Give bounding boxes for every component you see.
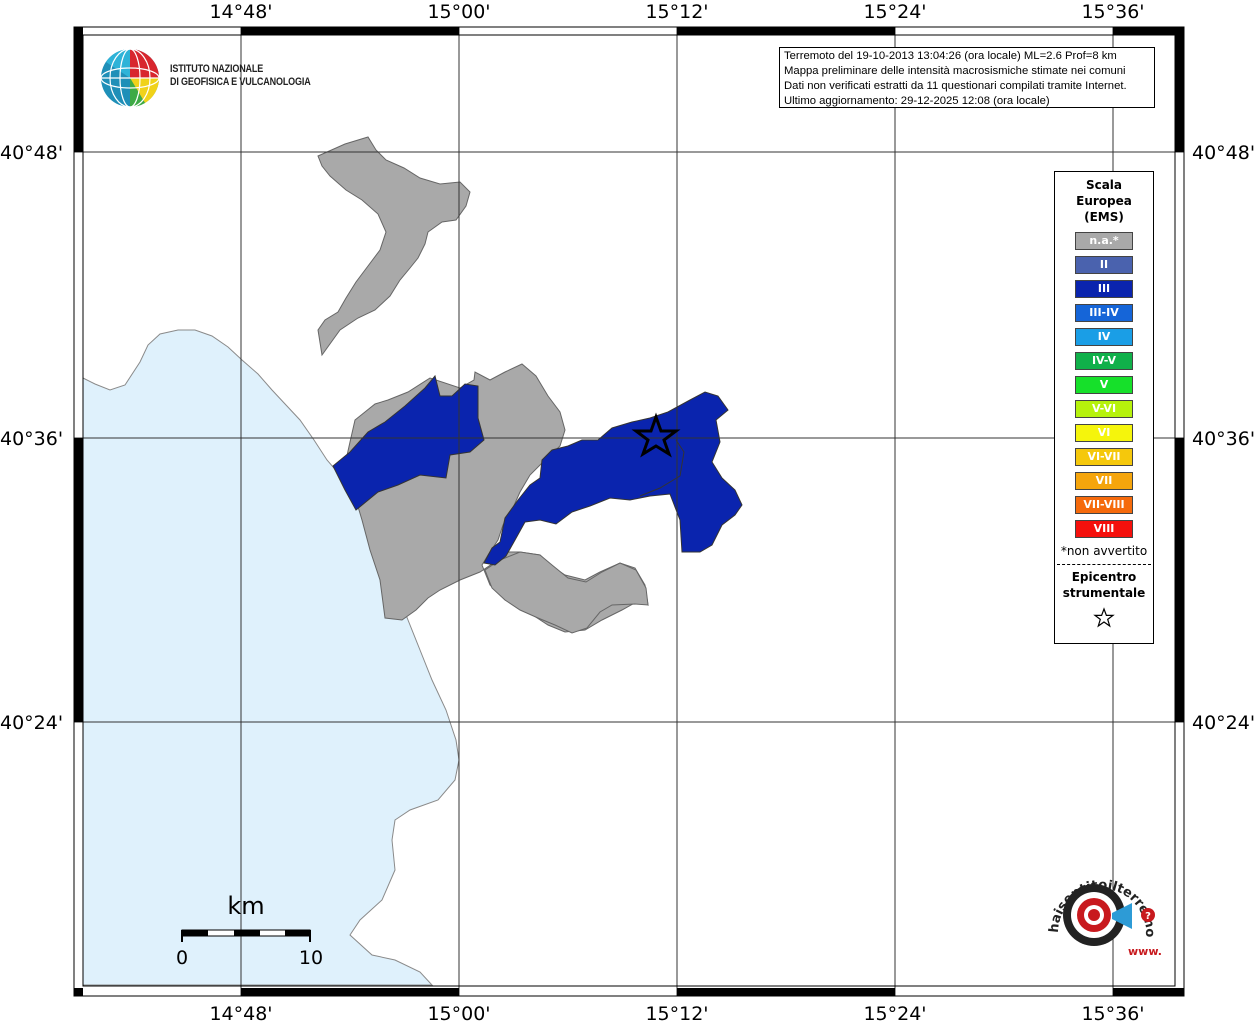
lat-label-right: 40°48' xyxy=(1192,142,1255,164)
legend-item: VI-VII xyxy=(1075,448,1133,466)
lon-label-bottom: 15°36' xyxy=(1081,1003,1144,1024)
ingv-name-line2: DI GEOFISICA E VULCANOLOGIA xyxy=(170,76,311,88)
haisentito-target-icon: haisentitoilterremoto.it ? www. xyxy=(1032,844,1162,958)
lat-label-left: 40°24' xyxy=(0,712,63,734)
legend-item: IV xyxy=(1075,328,1133,346)
scale-bar-end: 10 xyxy=(299,947,323,969)
legend-item: VII xyxy=(1075,472,1133,490)
legend-title-line2: Europea xyxy=(1076,194,1132,208)
lon-label-bottom: 15°00' xyxy=(427,1003,490,1024)
lat-label-left: 40°36' xyxy=(0,428,63,450)
scale-bar-unit: km xyxy=(227,892,264,920)
info-line-3: Dati non verificati estratti da 11 quest… xyxy=(784,80,1127,92)
haisentito-www: www. xyxy=(1128,945,1162,958)
legend-item: n.a.* xyxy=(1075,232,1133,250)
legend-title-line1: Scala xyxy=(1085,178,1123,192)
ingv-globe-icon xyxy=(100,48,160,108)
legend-epicenter-line1: Epicentro xyxy=(1071,570,1137,584)
lon-label-top: 14°48' xyxy=(209,1,272,23)
svg-text:?: ? xyxy=(1145,911,1151,922)
lat-label-right: 40°36' xyxy=(1192,428,1255,450)
lon-label-top: 15°00' xyxy=(427,1,490,23)
lon-label-top: 15°36' xyxy=(1081,1,1144,23)
legend-item: II xyxy=(1075,256,1133,274)
lat-label-right: 40°24' xyxy=(1192,712,1255,734)
legend-title-line3: (EMS) xyxy=(1084,210,1124,224)
lon-label-bottom: 15°12' xyxy=(645,1003,708,1024)
lat-label-left: 40°48' xyxy=(0,142,63,164)
earthquake-info-box: Terremoto del 19-10-2013 13:04:26 (ora l… xyxy=(779,47,1155,108)
legend-item: III xyxy=(1075,280,1133,298)
legend-star-icon xyxy=(1093,607,1115,628)
legend-item: V xyxy=(1075,376,1133,394)
legend-divider xyxy=(1057,564,1151,565)
haisentito-logo: haisentitoilterremoto.it ? www. xyxy=(1032,844,1166,975)
info-line-1: Terremoto del 19-10-2013 13:04:26 (ora l… xyxy=(784,50,1117,62)
legend-item: VII-VIII xyxy=(1075,496,1133,514)
scale-bar-start: 0 xyxy=(176,947,188,969)
info-line-2: Mappa preliminare delle intensità macros… xyxy=(784,65,1126,77)
legend-item: IV-V xyxy=(1075,352,1133,370)
ingv-name-line1: ISTITUTO NAZIONALE xyxy=(170,63,264,75)
lon-label-top: 15°24' xyxy=(863,1,926,23)
info-line-4: Ultimo aggiornamento: 29-12-2025 12:08 (… xyxy=(784,95,1050,107)
legend-item: VI xyxy=(1075,424,1133,442)
ingv-logo: ISTITUTO NAZIONALE DI GEOFISICA E VULCAN… xyxy=(100,47,340,111)
legend-note: *non avvertito xyxy=(1060,544,1148,558)
legend-item: VIII xyxy=(1075,520,1133,538)
lon-label-top: 15°12' xyxy=(645,1,708,23)
lon-label-bottom: 15°24' xyxy=(863,1003,926,1024)
intensity-legend: Scala Europea (EMS) n.a.* II III III-IV … xyxy=(1054,171,1154,644)
legend-item: III-IV xyxy=(1075,304,1133,322)
legend-item: V-VI xyxy=(1075,400,1133,418)
legend-items: n.a.* II III III-IV IV IV-V V V-VI VI VI… xyxy=(1055,232,1153,538)
lon-label-bottom: 14°48' xyxy=(209,1003,272,1024)
legend-epicenter-line2: strumentale xyxy=(1062,586,1146,600)
